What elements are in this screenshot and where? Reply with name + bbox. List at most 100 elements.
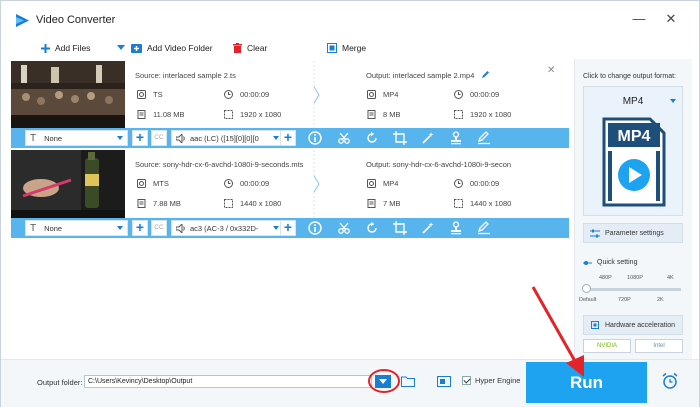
file-row[interactable]: Source: interlaced sample 2.ts TS 00:00:… xyxy=(11,61,569,129)
source-size: 11.08 MB xyxy=(137,110,185,119)
quality-4k-label[interactable]: 4K xyxy=(667,275,674,281)
add-audio-button[interactable]: + xyxy=(280,130,296,146)
clock-icon xyxy=(224,179,233,188)
add-video-folder-button[interactable]: Add Video Folder xyxy=(131,41,213,55)
quick-setting-icon xyxy=(583,260,592,265)
effects-wand-icon[interactable] xyxy=(421,131,435,145)
info-icon[interactable] xyxy=(308,131,322,145)
quality-slider-handle[interactable] xyxy=(582,284,591,293)
clear-button[interactable]: Clear xyxy=(233,41,267,55)
run-button[interactable]: Run xyxy=(526,362,647,403)
cut-icon[interactable] xyxy=(337,221,351,235)
convert-arrow-icon xyxy=(313,150,320,218)
quick-setting-label: Quick setting xyxy=(583,259,637,266)
hyper-engine-label: Hyper Engine xyxy=(475,376,521,385)
merge-label: Merge xyxy=(342,43,367,53)
chip-icon xyxy=(591,321,599,329)
output-format: MP4 xyxy=(367,90,398,99)
hardware-acceleration-button[interactable]: Hardware acceleration xyxy=(583,315,683,335)
info-icon[interactable] xyxy=(308,221,322,235)
output-format-selector[interactable]: MP4 MP4 xyxy=(583,86,683,216)
crop-icon[interactable] xyxy=(393,131,407,145)
open-output-folder-icon[interactable] xyxy=(437,374,451,388)
intel-badge[interactable]: Intel xyxy=(635,339,683,353)
quality-default-label[interactable]: Default xyxy=(579,297,596,303)
audio-track-select[interactable]: aac (LC) ([15][0][0][0 xyxy=(171,130,284,146)
folder-icon[interactable] xyxy=(401,375,415,387)
window-title: Video Converter xyxy=(36,14,116,26)
add-audio-button[interactable]: + xyxy=(280,220,296,236)
add-subtitle-button[interactable]: + xyxy=(132,220,148,236)
output-format-name: MP4 xyxy=(622,96,644,107)
rotate-icon[interactable] xyxy=(365,131,379,145)
speaker-icon xyxy=(176,223,185,233)
video-thumbnail xyxy=(11,150,125,218)
hardware-acceleration-label: Hardware acceleration xyxy=(605,321,676,329)
plus-icon xyxy=(41,43,50,53)
output-filename: Output: interlaced sample 2.mp4 xyxy=(366,71,475,80)
add-subtitle-button[interactable]: + xyxy=(132,130,148,146)
output-filename: Output: sony-hdr-cx-6-avchd-1080i-9-seco… xyxy=(366,160,512,169)
parameter-settings-label: Parameter settings xyxy=(605,229,664,237)
watermark-stamp-icon[interactable] xyxy=(449,131,463,145)
clear-label: Clear xyxy=(247,43,268,53)
add-video-folder-label: Add Video Folder xyxy=(147,43,213,53)
sliders-icon xyxy=(590,229,600,237)
film-format-icon xyxy=(367,179,376,188)
crop-icon[interactable] xyxy=(393,221,407,235)
resolution-icon xyxy=(454,110,463,119)
watermark-stamp-icon[interactable] xyxy=(449,221,463,235)
add-files-button[interactable]: Add Files xyxy=(41,41,90,55)
edit-toolbar: T None + CC aac (LC) ([15][0][0][0 + xyxy=(11,128,569,148)
mp4-file-icon: MP4 xyxy=(602,117,666,207)
quality-720p-label[interactable]: 720P xyxy=(618,297,631,303)
toolbar: Add Files Add Video Folder Clear Merge xyxy=(11,37,569,59)
resolution-icon xyxy=(224,110,233,119)
audio-track-select[interactable]: ac3 (AC-3 / 0x332D- xyxy=(171,220,284,236)
hyper-engine-option[interactable]: Hyper Engine xyxy=(462,376,520,385)
film-format-icon xyxy=(137,90,146,99)
nvidia-badge[interactable]: NVIDIA xyxy=(583,339,631,353)
parameter-settings-button[interactable]: Parameter settings xyxy=(583,223,683,243)
quality-1080p-label[interactable]: 1080P xyxy=(627,275,643,281)
edit-name-icon[interactable] xyxy=(481,70,490,79)
output-size: 8 MB xyxy=(367,110,401,119)
source-filename: Source: sony-hdr-cx-6-avchd-1080i-9-seco… xyxy=(135,160,304,169)
merge-button[interactable]: Merge xyxy=(327,41,366,55)
edit-subtitle-icon[interactable] xyxy=(477,221,491,235)
quality-480p-label[interactable]: 480P xyxy=(599,275,612,281)
file-row[interactable]: Source: sony-hdr-cx-6-avchd-1080i-9-seco… xyxy=(11,150,569,218)
trash-icon xyxy=(233,43,242,53)
rotate-icon[interactable] xyxy=(365,221,379,235)
footer-bar: Output folder: C:\Users\Kevincy\Desktop\… xyxy=(1,359,699,407)
subtitle-select[interactable]: T None xyxy=(25,220,128,236)
add-files-dropdown-icon[interactable] xyxy=(117,45,125,50)
cc-toggle-button[interactable]: CC xyxy=(151,220,167,236)
text-icon: T xyxy=(30,222,37,234)
merge-icon xyxy=(327,43,337,53)
output-size: 7 MB xyxy=(367,199,401,208)
source-size: 7.88 MB xyxy=(137,199,181,208)
film-format-icon xyxy=(367,90,376,99)
subtitle-select[interactable]: T None xyxy=(25,130,128,146)
remove-file-icon[interactable]: ✕ xyxy=(547,66,555,76)
output-resolution: 1920 x 1080 xyxy=(454,110,511,119)
output-folder-input[interactable]: C:\Users\Kevincy\Desktop\Output xyxy=(84,375,372,388)
minimize-button[interactable]: — xyxy=(627,9,651,29)
output-duration: 00:00:09 xyxy=(454,179,499,188)
hyper-engine-checkbox[interactable] xyxy=(462,376,471,385)
effects-wand-icon[interactable] xyxy=(421,221,435,235)
alarm-clock-icon[interactable] xyxy=(661,372,679,390)
cc-toggle-button[interactable]: CC xyxy=(151,130,167,146)
quality-slider-track[interactable] xyxy=(585,288,681,291)
output-folder-label: Output folder: xyxy=(37,378,83,387)
clock-icon xyxy=(454,90,463,99)
quality-2k-label[interactable]: 2K xyxy=(657,297,664,303)
cut-icon[interactable] xyxy=(337,131,351,145)
add-files-label: Add Files xyxy=(55,43,91,53)
close-button[interactable]: ✕ xyxy=(659,9,683,29)
file-size-icon xyxy=(137,110,146,119)
edit-subtitle-icon[interactable] xyxy=(477,131,491,145)
edit-toolbar: T None + CC ac3 (AC-3 / 0x332D- + xyxy=(11,218,569,238)
clock-icon xyxy=(454,179,463,188)
